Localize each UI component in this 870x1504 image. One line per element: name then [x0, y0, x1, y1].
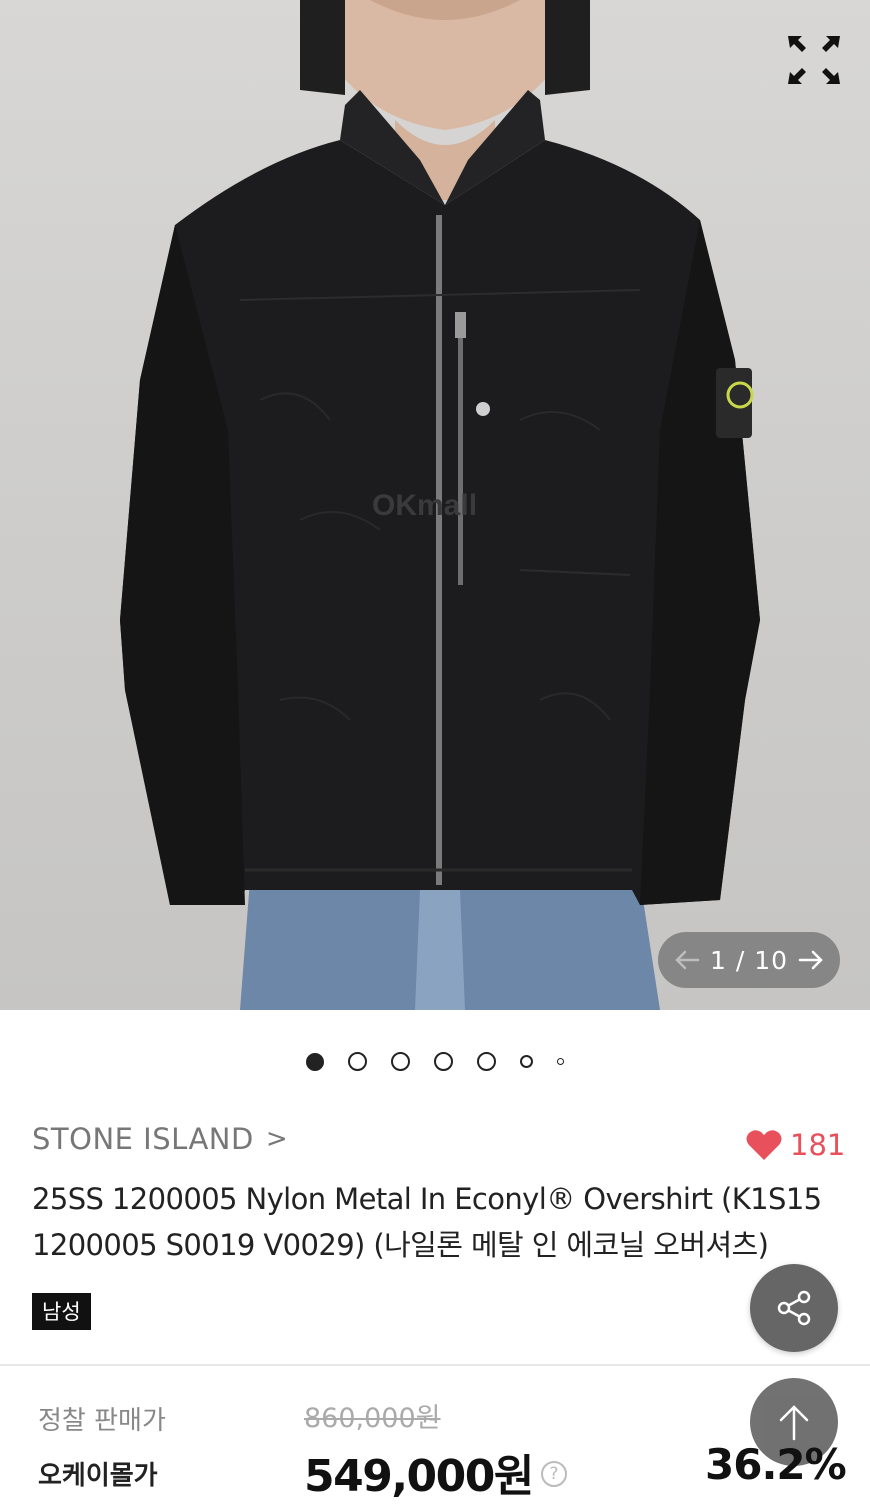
price-help-icon[interactable]: ?: [541, 1461, 567, 1487]
arrow-right-icon: [798, 950, 823, 970]
discount-rate: 36.2%: [705, 1440, 847, 1489]
share-icon: [777, 1290, 811, 1326]
gender-badge: 남성: [32, 1293, 91, 1330]
list-price: 860,000원: [304, 1403, 441, 1434]
like-button[interactable]: 181: [746, 1128, 845, 1162]
product-image-gallery[interactable]: OKmall 1 / 10: [0, 0, 870, 1010]
watermark-text: OKmall: [372, 489, 477, 522]
pagination-dot[interactable]: [477, 1052, 496, 1071]
image-counter: 1 / 10: [658, 932, 840, 988]
pagination-dot[interactable]: [520, 1055, 533, 1068]
next-image-button[interactable]: [796, 945, 826, 975]
brand-name: STONE ISLAND: [32, 1122, 254, 1156]
chevron-right-icon: >: [265, 1124, 289, 1154]
image-count: 1 / 10: [709, 945, 789, 975]
heart-icon: [746, 1130, 782, 1160]
gallery-pagination-dots: [0, 1052, 870, 1071]
sale-price: 549,000원: [304, 1451, 534, 1502]
product-photo: OKmall: [120, 0, 760, 1010]
section-divider: [0, 1364, 870, 1366]
product-title: 25SS 1200005 Nylon Metal In Econyl® Over…: [32, 1182, 822, 1262]
arrow-up-icon: [779, 1405, 809, 1441]
like-count: 181: [790, 1128, 846, 1162]
pagination-dot[interactable]: [348, 1052, 367, 1071]
pagination-dot[interactable]: [306, 1052, 324, 1071]
pagination-dot[interactable]: [434, 1052, 453, 1071]
list-price-label: 정찰 판매가: [38, 1406, 166, 1436]
brand-link[interactable]: STONE ISLAND >: [32, 1122, 288, 1156]
prev-image-button[interactable]: [672, 945, 702, 975]
sale-price-label: 오케이몰가: [38, 1461, 158, 1491]
pagination-dot[interactable]: [391, 1052, 410, 1071]
share-button[interactable]: [750, 1264, 838, 1352]
expand-icon: [788, 36, 840, 84]
pagination-dot[interactable]: [557, 1058, 564, 1065]
arrow-left-icon: [675, 950, 700, 970]
expand-fullscreen-button[interactable]: [786, 34, 842, 86]
